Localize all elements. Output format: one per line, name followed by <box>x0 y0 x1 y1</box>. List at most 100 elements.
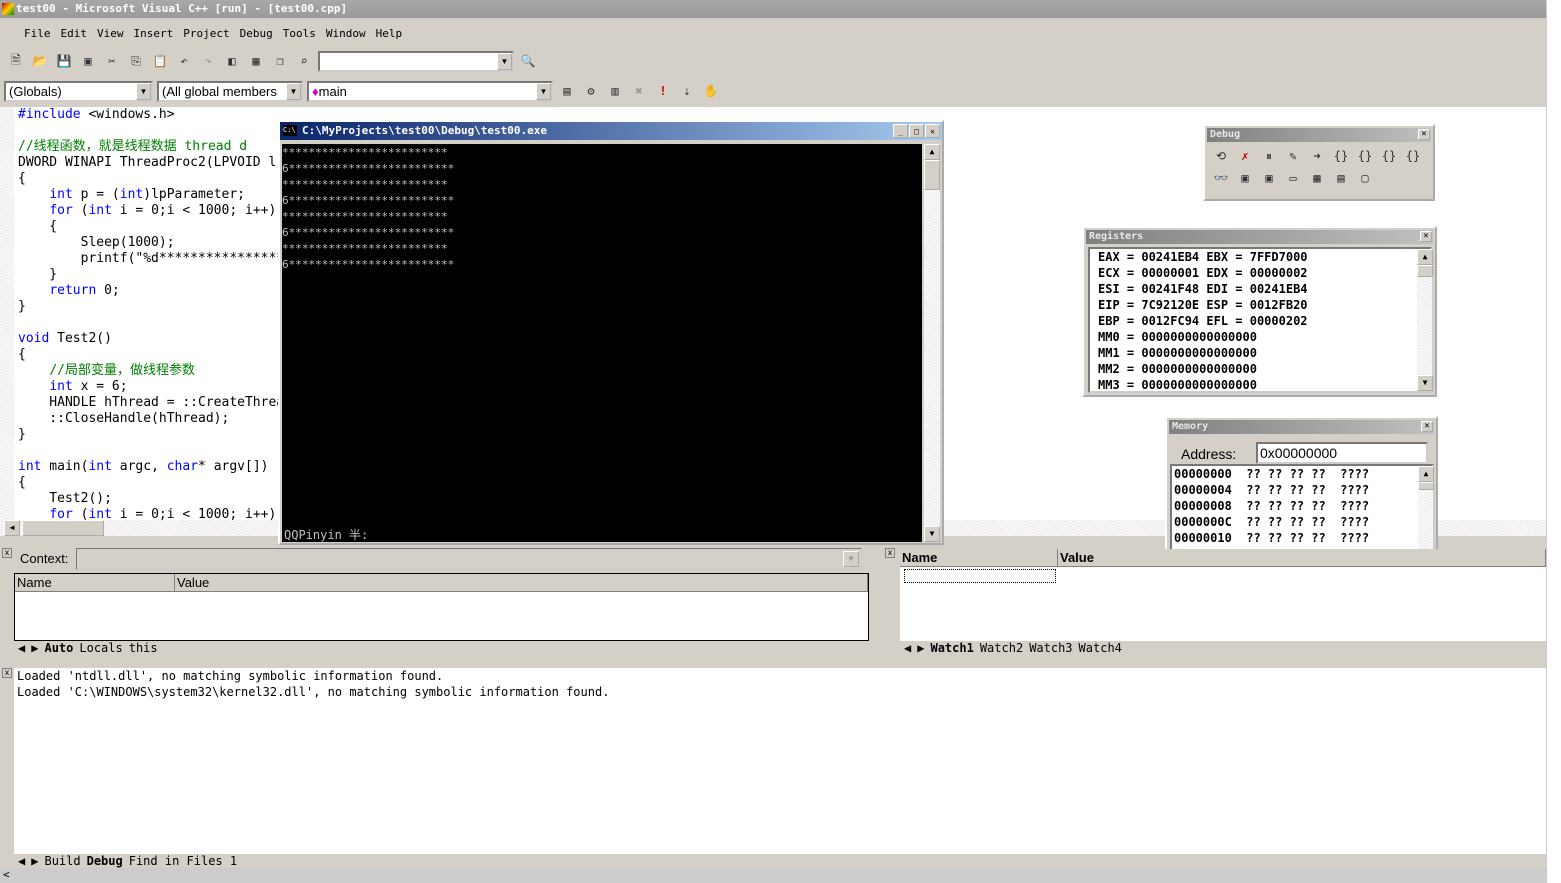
column-name[interactable]: Name <box>15 574 175 591</box>
tab-scroll-right-icon[interactable]: ▶ <box>31 854 38 868</box>
tab-scroll-left-icon[interactable]: ◀ <box>904 641 911 655</box>
find-in-files-icon[interactable]: ⌕ <box>294 51 314 71</box>
menu-item-project[interactable]: Project <box>183 27 229 40</box>
break-icon[interactable]: ⏸ <box>1259 146 1279 166</box>
chevron-down-icon[interactable]: ▼ <box>536 82 551 100</box>
step-out-icon[interactable]: {} <box>1379 146 1399 166</box>
maximize-button[interactable]: □ <box>909 124 924 138</box>
scroll-left-icon[interactable]: ◀ <box>4 520 20 536</box>
call-stack-icon[interactable]: ▤ <box>1331 168 1351 188</box>
memory-window-icon[interactable]: ▦ <box>1307 168 1327 188</box>
tab-debug[interactable]: Debug <box>87 854 123 868</box>
column-value[interactable]: Value <box>1058 549 1546 566</box>
cut-icon[interactable]: ✂ <box>102 51 122 71</box>
menu-item-window[interactable]: Window <box>326 27 366 40</box>
undo-icon[interactable]: ↶ <box>174 51 194 71</box>
apply-code-changes-icon[interactable]: ✎ <box>1283 146 1303 166</box>
quickwatch-icon[interactable]: 👓 <box>1211 168 1231 188</box>
menu-item-tools[interactable]: Tools <box>283 27 316 40</box>
scope-combo[interactable]: (Globals) ▼ <box>4 80 153 102</box>
step-over-icon[interactable]: {} <box>1355 146 1375 166</box>
scroll-up-icon[interactable]: ▲ <box>1418 466 1434 482</box>
close-button[interactable]: ✕ <box>925 124 940 138</box>
column-name[interactable]: Name <box>900 549 1058 566</box>
execute-icon[interactable]: ! <box>653 81 673 101</box>
watch-window-icon[interactable]: ▣ <box>1235 168 1255 188</box>
paste-icon[interactable]: 📋 <box>150 51 170 71</box>
watch-table[interactable]: Name Value <box>900 549 1546 641</box>
tab-locals[interactable]: Locals <box>79 641 122 655</box>
workspace-icon[interactable]: ◧ <box>222 51 242 71</box>
menu-item-debug[interactable]: Debug <box>240 27 273 40</box>
tab-find-in-files-1[interactable]: Find in Files 1 <box>129 854 237 868</box>
copy-icon[interactable]: ⎘ <box>126 51 146 71</box>
console-scrollbar[interactable]: ▲ ▼ <box>924 144 940 542</box>
close-icon[interactable]: x <box>2 668 12 678</box>
disassembly-icon[interactable]: ▢ <box>1355 168 1375 188</box>
find-icon[interactable]: 🔍 <box>518 51 538 71</box>
window-list-icon[interactable]: ❐ <box>270 51 290 71</box>
menu-item-insert[interactable]: Insert <box>134 27 174 40</box>
tab-watch2[interactable]: Watch2 <box>980 641 1023 655</box>
outer-hscrollbar[interactable]: < <box>0 868 1546 883</box>
scroll-up-icon[interactable]: ▲ <box>924 144 940 160</box>
chevron-down-icon[interactable]: ▼ <box>286 82 301 100</box>
scroll-thumb[interactable] <box>22 520 104 536</box>
tab-watch1[interactable]: Watch1 <box>930 641 973 655</box>
source-code[interactable]: #include <windows.h> //线程函数，就是线程数据 thread… <box>18 107 292 523</box>
watch-new-entry[interactable] <box>904 569 1056 583</box>
build-icon[interactable]: ▥ <box>605 81 625 101</box>
tab-scroll-left-icon[interactable]: ◀ <box>18 854 25 868</box>
wizard-actions-icon[interactable]: ▤ <box>557 81 577 101</box>
console-window[interactable]: C:\MyProjects\test00\Debug\test00.exe C:… <box>278 120 944 545</box>
address-input[interactable]: 0x00000000 <box>1256 442 1428 464</box>
stop-debugging-icon[interactable]: ✗ <box>1235 146 1255 166</box>
registers-list[interactable]: EAX = 00241EB4 EBX = 7FFD7000 ECX = 00000… <box>1088 247 1432 393</box>
save-icon[interactable]: 💾 <box>54 51 74 71</box>
scroll-thumb[interactable] <box>1417 265 1433 277</box>
menu-item-help[interactable]: Help <box>376 27 403 40</box>
tab-watch3[interactable]: Watch3 <box>1029 641 1072 655</box>
scroll-thumb[interactable] <box>1418 482 1434 490</box>
scroll-down-icon[interactable]: ▼ <box>1417 375 1433 391</box>
context-combo[interactable]: ▼ <box>76 548 862 570</box>
new-file-icon[interactable]: 🗎 <box>6 51 26 71</box>
breakpoint-hand-icon[interactable]: ✋ <box>701 81 721 101</box>
output-icon[interactable]: ▦ <box>246 51 266 71</box>
open-icon[interactable]: 📂 <box>30 51 50 71</box>
find-combo[interactable]: ▼ <box>318 50 514 72</box>
menu-item-view[interactable]: View <box>97 27 124 40</box>
save-all-icon[interactable]: ▣ <box>78 51 98 71</box>
step-into-icon[interactable]: {} <box>1331 146 1351 166</box>
tab-this[interactable]: this <box>129 641 158 655</box>
scroll-down-icon[interactable]: ▼ <box>924 526 940 542</box>
variables-window-icon[interactable]: ▣ <box>1259 168 1279 188</box>
close-icon[interactable]: ✕ <box>1421 421 1433 432</box>
scroll-up-icon[interactable]: ▲ <box>1417 249 1433 265</box>
function-combo[interactable]: ♦main ▼ <box>307 80 553 102</box>
variables-table[interactable]: Name Value <box>14 573 869 641</box>
minimize-button[interactable]: _ <box>893 124 908 138</box>
output-window[interactable]: Loaded 'ntdll.dll', no matching symbolic… <box>14 668 1546 854</box>
chevron-down-icon[interactable]: ▼ <box>843 551 859 567</box>
run-to-cursor-icon[interactable]: {} <box>1403 146 1423 166</box>
close-icon[interactable]: x <box>2 548 12 558</box>
tab-scroll-right-icon[interactable]: ▶ <box>917 641 924 655</box>
compile-icon[interactable]: ⚙ <box>581 81 601 101</box>
redo-icon[interactable]: ↷ <box>198 51 218 71</box>
menu-item-edit[interactable]: Edit <box>61 27 88 40</box>
chevron-down-icon[interactable]: ▼ <box>136 82 151 100</box>
scroll-thumb[interactable] <box>924 160 940 190</box>
restart-icon[interactable]: ⟲ <box>1211 146 1231 166</box>
tab-auto[interactable]: Auto <box>44 641 73 655</box>
close-icon[interactable]: ✕ <box>1420 231 1432 242</box>
outer-scrollbar[interactable] <box>1546 0 1561 883</box>
registers-scrollbar[interactable]: ▲ ▼ <box>1417 249 1433 391</box>
show-next-statement-icon[interactable]: ➜ <box>1307 146 1327 166</box>
tab-scroll-right-icon[interactable]: ▶ <box>31 641 38 655</box>
tab-scroll-left-icon[interactable]: ◀ <box>18 641 25 655</box>
registers-window-icon[interactable]: ▭ <box>1283 168 1303 188</box>
scroll-left-icon[interactable]: < <box>3 868 10 881</box>
chevron-down-icon[interactable]: ▼ <box>497 52 512 70</box>
tab-watch4[interactable]: Watch4 <box>1079 641 1122 655</box>
